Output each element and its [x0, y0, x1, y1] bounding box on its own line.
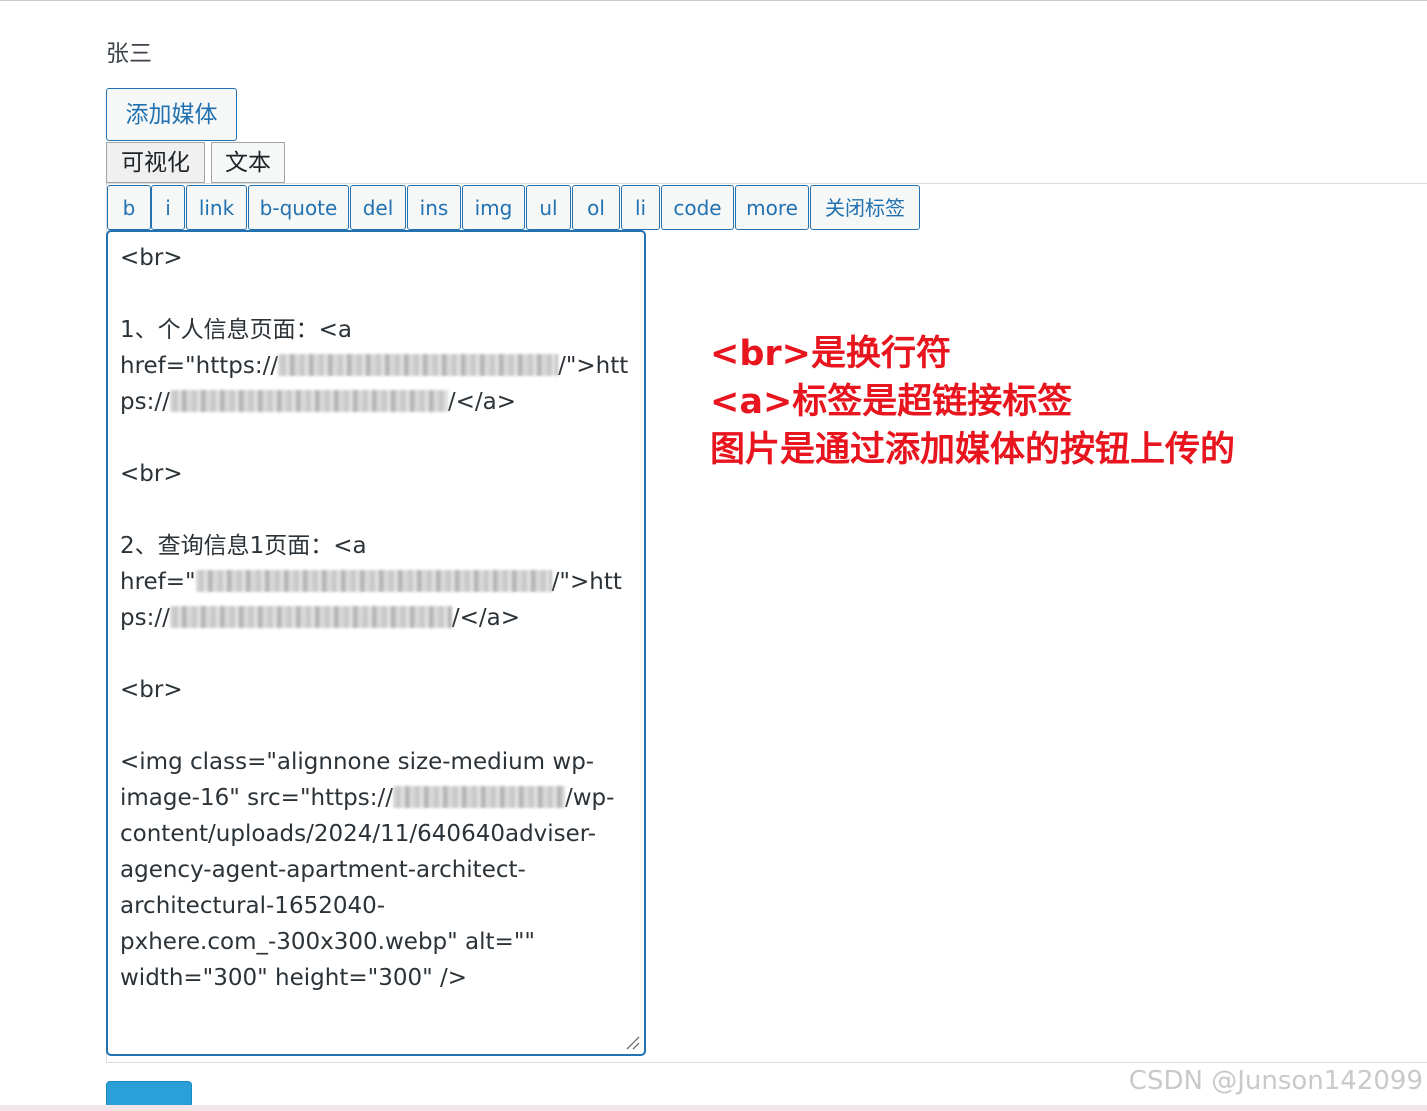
- qt-img-button[interactable]: img: [462, 185, 525, 230]
- editor-line: /">htt: [558, 353, 629, 379]
- editor-bottom-divider: [106, 1062, 1427, 1063]
- annotation-line: <a>标签是超链接标签: [710, 382, 1073, 422]
- add-media-button[interactable]: 添加媒体: [106, 88, 237, 141]
- qt-close-tags-button[interactable]: 关闭标签: [810, 185, 920, 230]
- redacted-url: [195, 570, 552, 592]
- toolbar-divider: [106, 183, 1427, 184]
- author-name: 张三: [106, 41, 152, 67]
- qt-link-button[interactable]: link: [186, 185, 247, 230]
- qt-italic-button[interactable]: i: [151, 185, 185, 230]
- editor-line: ps://: [120, 389, 170, 415]
- editor-line: <br>: [120, 461, 183, 487]
- editor-page: 张三 添加媒体 可视化 文本 b i link b-quote del ins …: [0, 0, 1427, 1111]
- editor-line: <br>: [120, 677, 183, 703]
- redacted-url: [169, 606, 452, 628]
- editor-line: agency-agent-apartment-architect-: [120, 857, 526, 883]
- watermark: CSDN @Junson142099: [1128, 1066, 1423, 1096]
- resize-handle-icon[interactable]: [624, 1034, 640, 1050]
- qt-ins-button[interactable]: ins: [407, 185, 461, 230]
- editor-line: <img class="alignnone size-medium wp-: [120, 749, 595, 775]
- editor-line: /">htt: [551, 569, 622, 595]
- editor-line: /wp-: [564, 785, 615, 811]
- redacted-url: [169, 390, 448, 412]
- qt-bold-button[interactable]: b: [107, 185, 151, 230]
- qt-more-button[interactable]: more: [735, 185, 809, 230]
- content-textarea[interactable]: <br> 1、个人信息页面：<a href="https:// /">htt ps…: [106, 230, 646, 1056]
- tab-visual[interactable]: 可视化: [106, 142, 205, 183]
- tab-text[interactable]: 文本: [211, 142, 285, 183]
- editor-line: href=": [120, 569, 196, 595]
- editor-line: architectural-1652040-: [120, 893, 386, 919]
- redacted-url: [392, 786, 565, 808]
- qt-ol-button[interactable]: ol: [572, 185, 620, 230]
- annotation-line: <br>是换行符: [710, 334, 951, 374]
- editor-line: href="https://: [120, 353, 279, 379]
- qt-ul-button[interactable]: ul: [526, 185, 571, 230]
- editor-line: /</a>: [451, 605, 520, 631]
- editor-line: image-16" src="https://: [120, 785, 393, 811]
- editor-line: width="300" height="300" />: [120, 965, 468, 991]
- qt-del-button[interactable]: del: [350, 185, 406, 230]
- editor-line: ps://: [120, 605, 170, 631]
- annotation-line: 图片是通过添加媒体的按钮上传的: [710, 430, 1236, 470]
- qt-li-button[interactable]: li: [621, 185, 660, 230]
- editor-line: content/uploads/2024/11/640640adviser-: [120, 821, 597, 847]
- editor-line: pxhere.com_-300x300.webp" alt="": [120, 929, 535, 955]
- editor-line: /</a>: [447, 389, 516, 415]
- annotation-text: <br>是换行符 <a>标签是超链接标签 图片是通过添加媒体的按钮上传的: [710, 330, 1235, 474]
- editor-line: 1、个人信息页面：<a: [120, 317, 352, 343]
- qt-code-button[interactable]: code: [661, 185, 734, 230]
- qt-blockquote-button[interactable]: b-quote: [248, 185, 349, 230]
- editor-line: 2、查询信息1页面：<a: [120, 533, 367, 559]
- bottom-strip: [0, 1105, 1427, 1111]
- redacted-url: [278, 354, 559, 376]
- top-divider: [0, 0, 1427, 1]
- editor-line: <br>: [120, 245, 183, 271]
